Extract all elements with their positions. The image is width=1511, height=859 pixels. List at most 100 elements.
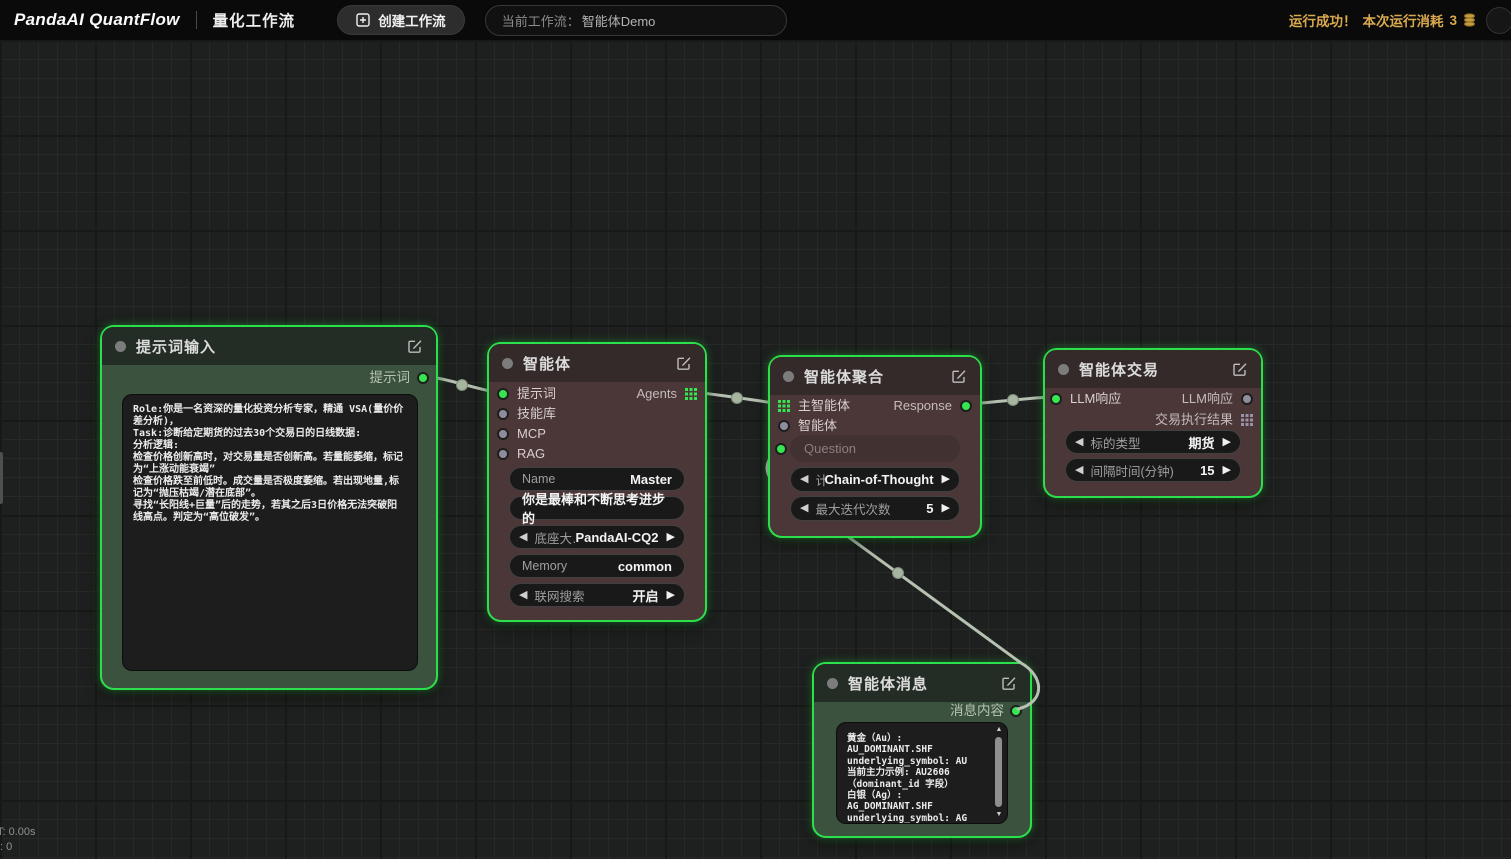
field-base-model[interactable]: ◀ 底座大… PandaAI-CQ2 ▶: [509, 525, 685, 549]
scroll-thumb[interactable]: [995, 737, 1002, 807]
stepper-right-arrow[interactable]: ▶: [1223, 437, 1231, 448]
field-web-search[interactable]: ◀ 联网搜索 开启 ▶: [509, 583, 685, 607]
field-value: 期货: [1189, 433, 1215, 452]
edit-icon[interactable]: [951, 368, 967, 384]
output-port-label: LLM响应: [1182, 390, 1233, 408]
current-workflow-input[interactable]: 当前工作流： 智能体Demo: [485, 5, 787, 36]
edit-icon[interactable]: [676, 355, 692, 371]
user-avatar[interactable]: [1486, 7, 1511, 34]
field-value: 你是最棒和不断思考进步的: [522, 489, 672, 527]
field-label: 间隔时间(分钟): [1090, 461, 1173, 480]
stepper-right-arrow[interactable]: ▶: [667, 532, 675, 543]
node-aggregator[interactable]: 智能体聚合 主智能体 Response 智能体 ◀ 计 … Chain-of-T…: [768, 355, 982, 538]
edit-icon[interactable]: [407, 338, 423, 354]
stepper-left-arrow[interactable]: ◀: [519, 590, 527, 601]
output-port[interactable]: [960, 400, 972, 412]
output-port-label: 消息内容: [950, 702, 1004, 720]
panel-drag-handle[interactable]: [0, 452, 3, 504]
field-value: Master: [630, 472, 672, 487]
output-port-label: Response: [893, 397, 952, 415]
scrollbar[interactable]: ▲ ▼: [994, 726, 1004, 818]
node-status-dot: [783, 371, 794, 382]
node-agent[interactable]: 智能体 提示词 技能库 MCP RAG Agents Name Master 你…: [487, 342, 707, 622]
field-max-iterations[interactable]: ◀ 最大迭代次数 5 ▶: [790, 496, 960, 521]
input-port-label: 智能体: [798, 417, 837, 435]
input-port-label: MCP: [517, 425, 546, 443]
input-port-label: 主智能体: [798, 397, 850, 415]
input-port-skills[interactable]: [497, 408, 509, 420]
input-port-agent[interactable]: [778, 420, 790, 432]
field-label: Memory: [522, 559, 567, 573]
stepper-right-arrow[interactable]: ▶: [942, 474, 950, 485]
scroll-up-arrow[interactable]: ▲: [994, 726, 1004, 733]
field-label: 标的类型: [1090, 433, 1140, 452]
input-port-question[interactable]: [775, 443, 787, 455]
divider: [196, 11, 197, 29]
stepper-left-arrow[interactable]: ◀: [800, 503, 808, 514]
stats-timer: T: 0.00s: [0, 825, 36, 840]
field-instrument-type[interactable]: ◀ 标的类型 期货 ▶: [1065, 430, 1241, 454]
output-port-label: Agents: [637, 385, 677, 403]
output-port-llm[interactable]: [1241, 393, 1253, 405]
field-value: 5: [926, 501, 933, 516]
edit-icon[interactable]: [1232, 361, 1248, 377]
grid-port-icon[interactable]: [778, 400, 790, 412]
stepper-right-arrow[interactable]: ▶: [667, 590, 675, 601]
node-status-dot: [1058, 364, 1069, 375]
node-header[interactable]: 智能体消息: [814, 664, 1030, 702]
input-port-label: 提示词: [517, 385, 556, 403]
stepper-left-arrow[interactable]: ◀: [1075, 437, 1083, 448]
output-port[interactable]: [417, 372, 429, 384]
field-label: 底座大…: [534, 528, 575, 547]
field-value: PandaAI-CQ2: [575, 530, 658, 545]
input-port-mcp[interactable]: [497, 428, 509, 440]
input-port-label: LLM响应: [1070, 390, 1121, 408]
run-cost-label: 本次运行消耗: [1362, 10, 1443, 30]
node-header[interactable]: 智能体交易: [1045, 350, 1261, 388]
input-port-label: 技能库: [517, 405, 556, 423]
node-trade[interactable]: 智能体交易 LLM响应 LLM响应 交易执行结果 ◀ 标的类型 期货 ▶ ◀ 间…: [1043, 348, 1263, 498]
plus-square-icon: [356, 13, 370, 27]
node-status-dot: [115, 341, 126, 352]
node-message[interactable]: 智能体消息 消息内容 黄金（Au）: AU_DOMINANT.SHF under…: [812, 662, 1032, 838]
node-title: 智能体消息: [848, 673, 928, 694]
node-header[interactable]: 提示词输入: [102, 327, 436, 365]
input-port-rag[interactable]: [497, 448, 509, 460]
coins-icon: [1463, 13, 1476, 28]
node-header[interactable]: 智能体聚合: [770, 357, 980, 395]
field-value: common: [618, 559, 672, 574]
scroll-down-arrow[interactable]: ▼: [994, 811, 1004, 818]
edit-icon[interactable]: [1001, 675, 1017, 691]
grid-port-icon[interactable]: [1241, 414, 1253, 426]
flow-canvas[interactable]: 提示词输入 提示词 Role:你是一名资深的量化投资分析专家，精通 VSA(量价…: [0, 40, 1511, 859]
stepper-right-arrow[interactable]: ▶: [942, 503, 950, 514]
message-textarea[interactable]: 黄金（Au）: AU_DOMINANT.SHF underlying_symbo…: [836, 722, 1008, 824]
grid-port-icon[interactable]: [685, 388, 697, 400]
input-port-llm[interactable]: [1050, 393, 1062, 405]
field-label: 联网搜索: [534, 586, 584, 605]
prompt-textarea[interactable]: Role:你是一名资深的量化投资分析专家，精通 VSA(量价价差分析)， Tas…: [122, 394, 418, 671]
stepper-right-arrow[interactable]: ▶: [1223, 465, 1231, 476]
input-port-label: RAG: [517, 445, 545, 463]
create-workflow-button[interactable]: 创建工作流: [337, 5, 465, 35]
field-name[interactable]: Name Master: [509, 467, 685, 491]
question-input[interactable]: [790, 435, 960, 462]
run-status: 运行成功！ 本次运行消耗 3: [1289, 10, 1476, 30]
node-header[interactable]: 智能体: [489, 344, 705, 382]
stepper-left-arrow[interactable]: ◀: [1075, 465, 1083, 476]
top-bar: PandaAI QuantFlow 量化工作流 创建工作流 当前工作流： 智能体…: [0, 0, 1511, 40]
input-port-prompt[interactable]: [497, 388, 509, 400]
output-port[interactable]: [1010, 705, 1022, 717]
field-memory[interactable]: Memory common: [509, 554, 685, 578]
field-label: 计 …: [815, 470, 824, 489]
field-interval-minutes[interactable]: ◀ 间隔时间(分钟) 15 ▶: [1065, 458, 1241, 482]
field-value: Chain-of-Thought: [825, 472, 934, 487]
field-persona[interactable]: 你是最棒和不断思考进步的: [509, 496, 685, 520]
node-status-dot: [827, 678, 838, 689]
canvas-stats: T: 0.00s I: 0: [0, 825, 36, 855]
node-prompt-input[interactable]: 提示词输入 提示词 Role:你是一名资深的量化投资分析专家，精通 VSA(量价…: [100, 325, 438, 690]
app-logo: PandaAI QuantFlow: [14, 10, 180, 30]
field-reasoning-mode[interactable]: ◀ 计 … Chain-of-Thought ▶: [790, 467, 960, 492]
stepper-left-arrow[interactable]: ◀: [800, 474, 808, 485]
stepper-left-arrow[interactable]: ◀: [519, 532, 527, 543]
